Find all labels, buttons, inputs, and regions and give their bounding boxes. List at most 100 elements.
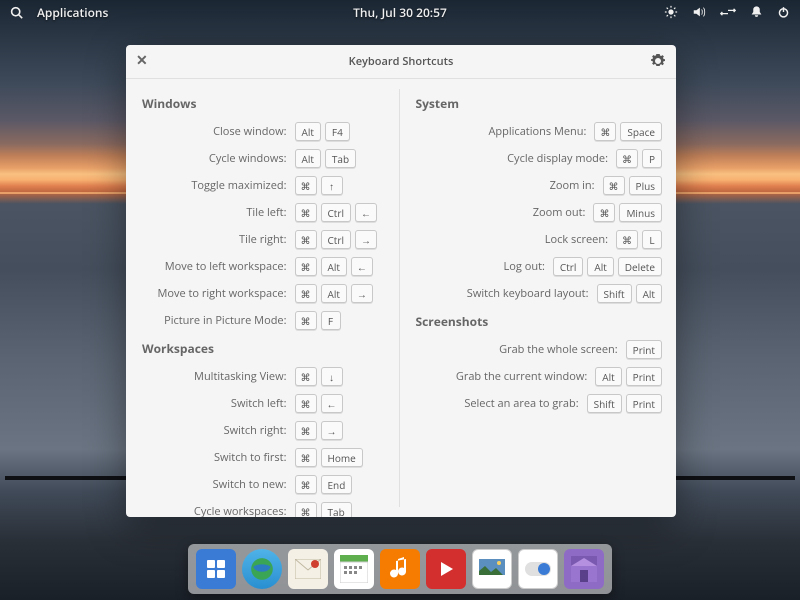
- key-super: ⌘: [616, 230, 638, 249]
- key-alt: Alt: [636, 284, 662, 303]
- key-super: ⌘: [593, 203, 615, 222]
- key-left: ←: [321, 394, 343, 413]
- key-f: F: [321, 311, 341, 330]
- applications-menu[interactable]: Applications: [37, 4, 108, 21]
- dock-settings[interactable]: [518, 549, 558, 589]
- dock-calendar[interactable]: [334, 549, 374, 589]
- network-icon[interactable]: [720, 5, 736, 19]
- row-move-right-ws: Move to right workspace: ⌘Alt→: [136, 280, 389, 307]
- row-cycle-display: Cycle display mode: ⌘P: [410, 145, 663, 172]
- key-print: Print: [626, 340, 662, 359]
- key-super: ⌘: [594, 122, 616, 141]
- dock-browser[interactable]: [242, 549, 282, 589]
- key-super: ⌘: [295, 311, 317, 330]
- row-move-left-ws: Move to left workspace: ⌘Alt←: [136, 253, 389, 280]
- close-icon[interactable]: ✕: [136, 54, 148, 68]
- key-l: L: [642, 230, 662, 249]
- key-p: P: [642, 149, 662, 168]
- dock-appcenter[interactable]: [564, 549, 604, 589]
- key-super: ⌘: [295, 257, 317, 276]
- key-alt: Alt: [587, 257, 613, 276]
- key-alt: Alt: [295, 149, 321, 168]
- key-super: ⌘: [295, 230, 317, 249]
- key-right: →: [321, 421, 343, 440]
- row-lock-screen: Lock screen: ⌘L: [410, 226, 663, 253]
- row-cycle-windows: Cycle windows: AltTab: [136, 145, 389, 172]
- key-super: ⌘: [603, 176, 625, 195]
- row-tile-left: Tile left: ⌘Ctrl←: [136, 199, 389, 226]
- key-tab: Tab: [325, 149, 356, 168]
- row-grab-area: Select an area to grab: ShiftPrint: [410, 390, 663, 417]
- dock-videos[interactable]: [426, 549, 466, 589]
- dialog-title: Keyboard Shortcuts: [349, 54, 454, 69]
- power-icon[interactable]: [777, 5, 790, 19]
- key-super: ⌘: [295, 176, 317, 195]
- key-end: End: [321, 475, 353, 494]
- brightness-icon[interactable]: [664, 5, 678, 19]
- row-cycle-workspaces: Cycle workspaces: ⌘Tab: [136, 498, 389, 517]
- dialog-titlebar[interactable]: ✕ Keyboard Shortcuts: [126, 45, 676, 79]
- key-super: ⌘: [616, 149, 638, 168]
- row-switch-right: Switch right: ⌘→: [136, 417, 389, 444]
- key-plus: Plus: [629, 176, 662, 195]
- key-left: ←: [351, 257, 373, 276]
- key-shift: Shift: [597, 284, 632, 303]
- row-close-window: Close window: AltF4: [136, 118, 389, 145]
- key-space: Space: [620, 122, 662, 141]
- key-minus: Minus: [619, 203, 662, 222]
- row-grab-window: Grab the current window: AltPrint: [410, 363, 663, 390]
- dock-music[interactable]: [380, 549, 420, 589]
- notifications-icon[interactable]: [750, 5, 763, 19]
- keyboard-shortcuts-window: ✕ Keyboard Shortcuts Windows Close windo…: [126, 45, 676, 517]
- key-super: ⌘: [295, 394, 317, 413]
- row-tile-right: Tile right: ⌘Ctrl→: [136, 226, 389, 253]
- key-super: ⌘: [295, 284, 317, 303]
- column-divider: [399, 89, 400, 507]
- row-apps-menu: Applications Menu: ⌘Space: [410, 118, 663, 145]
- key-ctrl: Ctrl: [321, 203, 351, 222]
- key-super: ⌘: [295, 367, 317, 386]
- key-super: ⌘: [295, 448, 317, 467]
- key-super: ⌘: [295, 421, 317, 440]
- row-pip: Picture in Picture Mode: ⌘F: [136, 307, 389, 334]
- key-up: ↑: [321, 176, 343, 195]
- key-alt: Alt: [321, 284, 347, 303]
- row-switch-new: Switch to new: ⌘End: [136, 471, 389, 498]
- section-windows: Windows: [142, 95, 389, 112]
- section-system: System: [416, 95, 663, 112]
- row-zoom-out: Zoom out: ⌘Minus: [410, 199, 663, 226]
- key-print: Print: [626, 367, 662, 386]
- key-alt: Alt: [321, 257, 347, 276]
- key-f4: F4: [325, 122, 350, 141]
- key-tab: Tab: [321, 502, 352, 517]
- key-alt: Alt: [595, 367, 621, 386]
- key-super: ⌘: [295, 203, 317, 222]
- key-alt: Alt: [295, 122, 321, 141]
- top-panel: Applications Thu, Jul 30 20:57: [0, 0, 800, 24]
- key-print: Print: [626, 394, 662, 413]
- key-right: →: [355, 230, 377, 249]
- key-down: ↓: [321, 367, 343, 386]
- gear-icon[interactable]: [650, 53, 666, 73]
- key-delete: Delete: [618, 257, 662, 276]
- row-zoom-in: Zoom in: ⌘Plus: [410, 172, 663, 199]
- section-workspaces: Workspaces: [142, 340, 389, 357]
- key-ctrl: Ctrl: [321, 230, 351, 249]
- section-screenshots: Screenshots: [416, 313, 663, 330]
- volume-icon[interactable]: [692, 5, 706, 19]
- key-right: →: [351, 284, 373, 303]
- key-shift: Shift: [587, 394, 622, 413]
- dock-mail[interactable]: [288, 549, 328, 589]
- key-left: ←: [355, 203, 377, 222]
- dock-multitasking[interactable]: [196, 549, 236, 589]
- key-super: ⌘: [295, 502, 317, 517]
- row-grab-whole: Grab the whole screen: Print: [410, 336, 663, 363]
- column-right: System Applications Menu: ⌘Space Cycle d…: [410, 89, 663, 507]
- search-icon[interactable]: [10, 6, 23, 19]
- key-ctrl: Ctrl: [553, 257, 583, 276]
- row-log-out: Log out: CtrlAltDelete: [410, 253, 663, 280]
- row-switch-first: Switch to first: ⌘Home: [136, 444, 389, 471]
- key-super: ⌘: [295, 475, 317, 494]
- dock: [188, 544, 612, 594]
- dock-photos[interactable]: [472, 549, 512, 589]
